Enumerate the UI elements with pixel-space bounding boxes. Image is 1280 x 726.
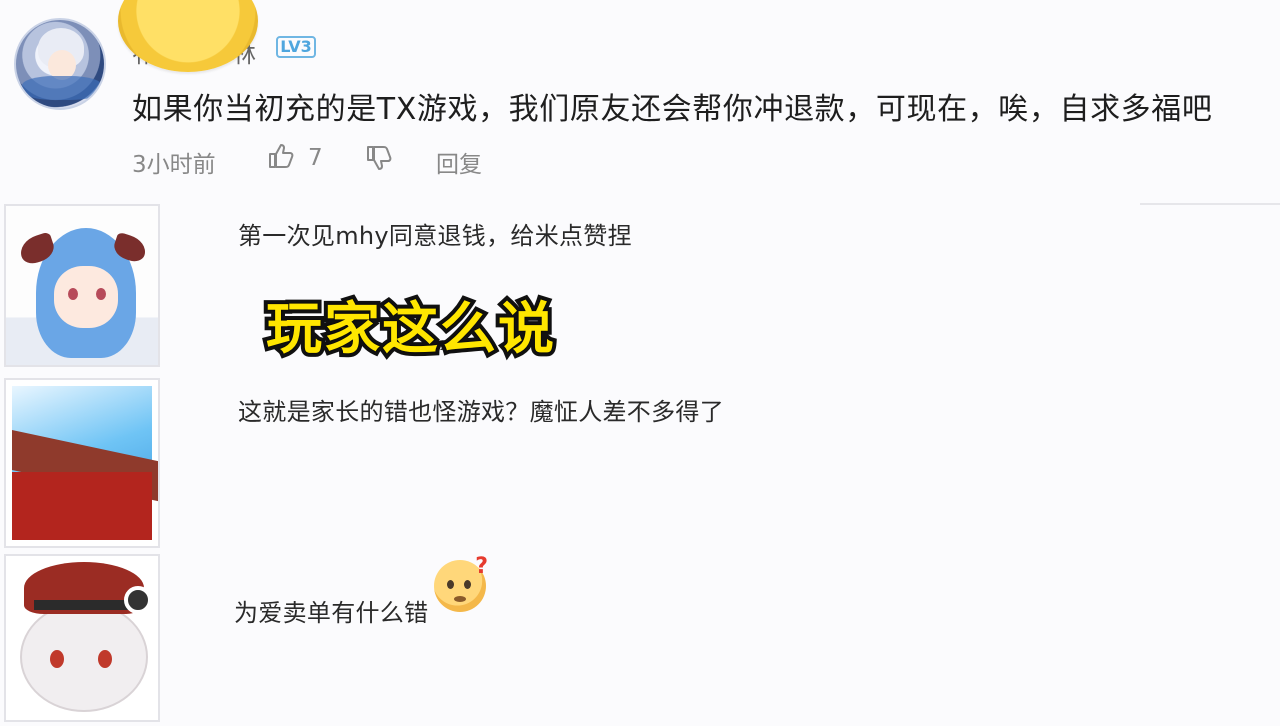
avatar-wall [12,472,152,540]
avatar-hatband [34,600,134,610]
avatar-eye-left [68,288,78,300]
emoji-eye-left [447,580,454,589]
question-mark-icon: ? [475,554,488,579]
reply-avatar-1[interactable] [4,204,160,367]
user-avatar[interactable] [14,18,106,110]
comment-text: 如果你当初充的是TX游戏，我们原友还会帮你冲退款，可现在，唉，自求多福吧 [132,92,1213,127]
reply-avatar-2[interactable] [4,378,160,548]
emoji-mouth [454,596,466,602]
reply-avatar-3[interactable] [4,554,160,722]
avatar-eye-right [96,288,106,300]
thumbs-down-icon[interactable] [364,143,394,173]
level-badge: LV3 [276,36,316,58]
reply-text-1: 第一次见mhy同意退钱，给米点赞捏 [238,222,632,250]
confused-emoji-icon: ? [434,554,488,612]
emoji-eye-right [464,580,471,589]
avatar-face [54,266,118,328]
avatar-hair [20,602,148,712]
avatar-hat-ornament [124,586,152,614]
thumbs-up-icon[interactable] [266,141,296,171]
overlay-caption: 玩家这么说 [262,293,558,366]
like-count: 7 [308,145,323,171]
reply-text-3: 为爱卖单有什么错 [234,599,429,627]
comment-time: 3小时前 [132,152,216,178]
avatar-eye-left [50,650,64,668]
reply-text-2: 这就是家长的错也怪游戏？魔怔人差不多得了 [238,398,724,426]
avatar-ribbon [22,76,102,100]
reply-button[interactable]: 回复 [436,145,482,179]
avatar-eye-right [98,650,112,668]
divider [1140,203,1280,205]
